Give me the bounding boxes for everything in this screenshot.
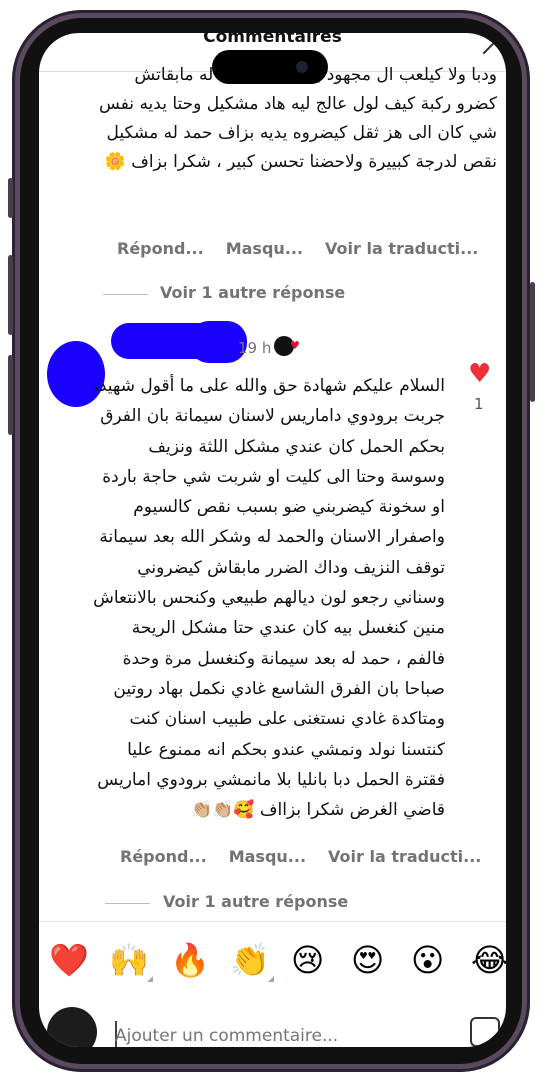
like-heart-icon[interactable]: ♥ — [468, 359, 491, 389]
comment-input[interactable] — [115, 1023, 415, 1047]
emoji-heart-button[interactable]: ❤️ — [49, 940, 89, 980]
emoji-raised-hands-button[interactable]: 🙌 — [109, 940, 153, 982]
comment-actions: Répond... Masqu... Voir la traducti... — [117, 239, 478, 258]
screen: Commentaires ودبا ولا كيلعب ال مجهود بيت… — [39, 33, 506, 1047]
emoji-surprised-button[interactable]: 😮 — [411, 940, 444, 980]
hide-button[interactable]: Masqu... — [226, 239, 303, 258]
emoji-fire-button[interactable]: 🔥 — [170, 940, 210, 980]
reply-button[interactable]: Répond... — [120, 847, 207, 866]
see-translation-button[interactable]: Voir la traducti... — [328, 847, 481, 866]
like-count: 1 — [474, 395, 484, 413]
reply-button[interactable]: Répond... — [117, 239, 204, 258]
emoji-raised-hands-label: 🙌 — [109, 941, 149, 979]
view-more-replies-button[interactable]: Voir 1 autre réponse — [163, 892, 348, 911]
replies-divider — [105, 903, 150, 904]
emoji-clap-label: 👏 — [230, 941, 270, 979]
side-button — [8, 178, 13, 218]
emoji-clap-button[interactable]: 👏 — [230, 940, 274, 982]
dynamic-island — [212, 50, 328, 84]
comment-timestamp: 19 h — [238, 339, 272, 357]
volume-down-button — [8, 355, 13, 435]
page-title: Commentaires — [203, 33, 342, 47]
volume-up-button — [8, 255, 13, 335]
comment-actions: Répond... Masqu... Voir la traducti... — [120, 847, 481, 866]
power-button — [530, 282, 535, 402]
view-more-replies-button[interactable]: Voir 1 autre réponse — [160, 283, 345, 302]
camera-icon — [296, 61, 308, 73]
skin-tone-indicator — [146, 976, 153, 982]
emoji-crying-button[interactable]: 😢 — [291, 940, 324, 980]
emoji-heart-eyes-button[interactable]: 😍 — [351, 940, 384, 980]
emoji-laughing-button[interactable]: 😂 — [471, 940, 506, 980]
comment-text: السلام عليكم شهادة حق والله على ما أقول … — [93, 376, 445, 821]
gif-sticker-icon[interactable] — [470, 1017, 500, 1047]
emoji-quick-bar: ❤️ 🙌 🔥 👏 😢 😍 😮 😂 — [39, 921, 506, 1014]
skin-tone-indicator — [267, 976, 274, 982]
replies-divider — [103, 294, 148, 295]
hide-button[interactable]: Masqu... — [229, 847, 306, 866]
liked-by-creator-icon: ♥ — [290, 339, 300, 352]
see-translation-button[interactable]: Voir la traducti... — [325, 239, 478, 258]
